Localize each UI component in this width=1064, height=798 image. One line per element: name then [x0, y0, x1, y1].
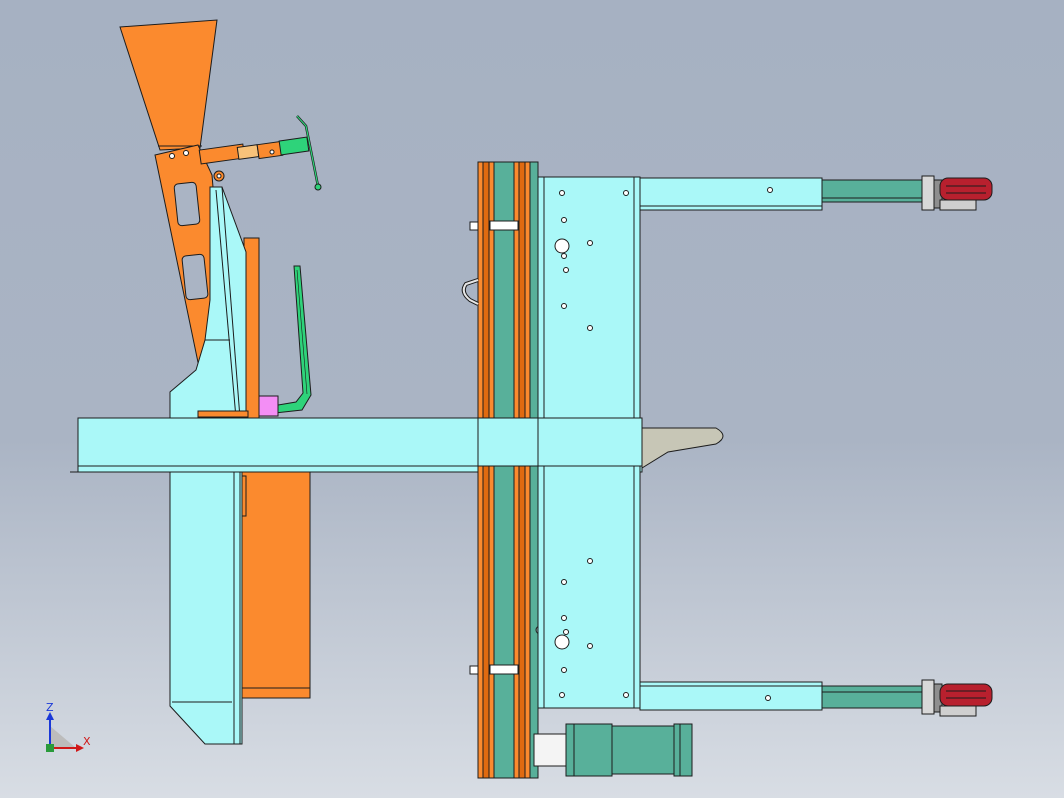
drive-motor[interactable] — [533, 723, 693, 777]
magenta-sensor-block[interactable] — [258, 395, 279, 417]
caster-wheel-bottom — [939, 683, 993, 717]
lower-orange-box[interactable] — [241, 469, 311, 699]
x-axis-label: X — [83, 735, 91, 748]
z-axis-label: Z — [46, 701, 54, 714]
coordinate-triad: Z X — [46, 701, 91, 752]
guard-handle[interactable] — [265, 265, 312, 415]
cad-viewport[interactable]: Z X — [0, 0, 1064, 798]
lower-outrigger[interactable] — [639, 679, 993, 717]
feeder-assembly[interactable] — [119, 19, 322, 745]
main-horizontal-beam[interactable] — [70, 417, 724, 473]
upper-outrigger[interactable] — [639, 175, 993, 211]
beam-tip — [641, 427, 724, 469]
hopper-funnel[interactable] — [119, 19, 218, 151]
lower-leg-plate — [169, 469, 243, 745]
machine-model[interactable]: Z X — [0, 0, 1064, 798]
caster-wheel-top — [939, 177, 993, 211]
